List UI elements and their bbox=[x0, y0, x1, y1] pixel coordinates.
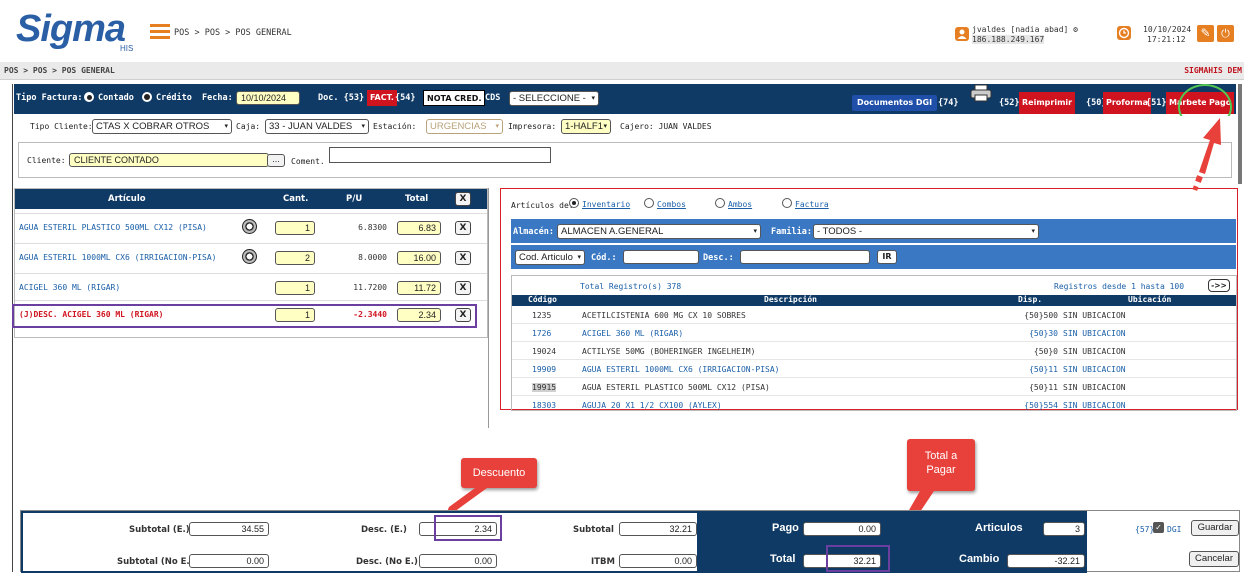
cambio-field[interactable]: -32.21 bbox=[1007, 554, 1085, 568]
subtotal-e-label: Subtotal (E.) bbox=[129, 525, 190, 535]
itbm-label: ITBM bbox=[591, 557, 615, 567]
dgi-checkbox[interactable]: ✓ bbox=[1153, 522, 1164, 533]
desc-e-highlight bbox=[434, 515, 502, 541]
cambio-label: Cambio bbox=[959, 553, 1000, 565]
subtotal-label: Subtotal bbox=[573, 525, 614, 535]
total-label: Total bbox=[770, 553, 796, 565]
cancelar-button[interactable]: Cancelar bbox=[1189, 551, 1239, 567]
pago-label: Pago bbox=[772, 522, 799, 534]
subtotal-ne-label: Subtotal (No E.) bbox=[117, 557, 194, 567]
totals-navy-block: Pago 0.00 Articulos 3 Total 32.21 Cambio… bbox=[699, 511, 1087, 573]
articulos-field[interactable]: 3 bbox=[1043, 522, 1085, 536]
desc-ne-label: Desc. (No E.) bbox=[356, 557, 418, 567]
articulos-label: Articulos bbox=[975, 522, 1023, 534]
code-57: {57} bbox=[1135, 525, 1155, 534]
guardar-button[interactable]: Guardar bbox=[1191, 520, 1239, 536]
subtotal-e-field[interactable]: 34.55 bbox=[189, 522, 269, 536]
desc-ne-field[interactable]: 0.00 bbox=[419, 554, 497, 568]
desc-e-label: Desc. (E.) bbox=[361, 525, 407, 535]
pago-field[interactable]: 0.00 bbox=[803, 522, 881, 536]
dgi-label: DGI bbox=[1167, 525, 1182, 534]
itbm-field[interactable]: 0.00 bbox=[619, 554, 697, 568]
subtotal-field[interactable]: 32.21 bbox=[619, 522, 697, 536]
annotation-arrows bbox=[444, 118, 1221, 553]
total-highlight bbox=[826, 545, 890, 572]
subtotal-ne-field[interactable]: 0.00 bbox=[189, 554, 269, 568]
pago-arrow bbox=[1192, 118, 1221, 191]
discount-row-highlight bbox=[12, 304, 477, 328]
totals-panel: Subtotal (E.) 34.55 Desc. (E.) 2.34 Subt… bbox=[20, 510, 1240, 573]
